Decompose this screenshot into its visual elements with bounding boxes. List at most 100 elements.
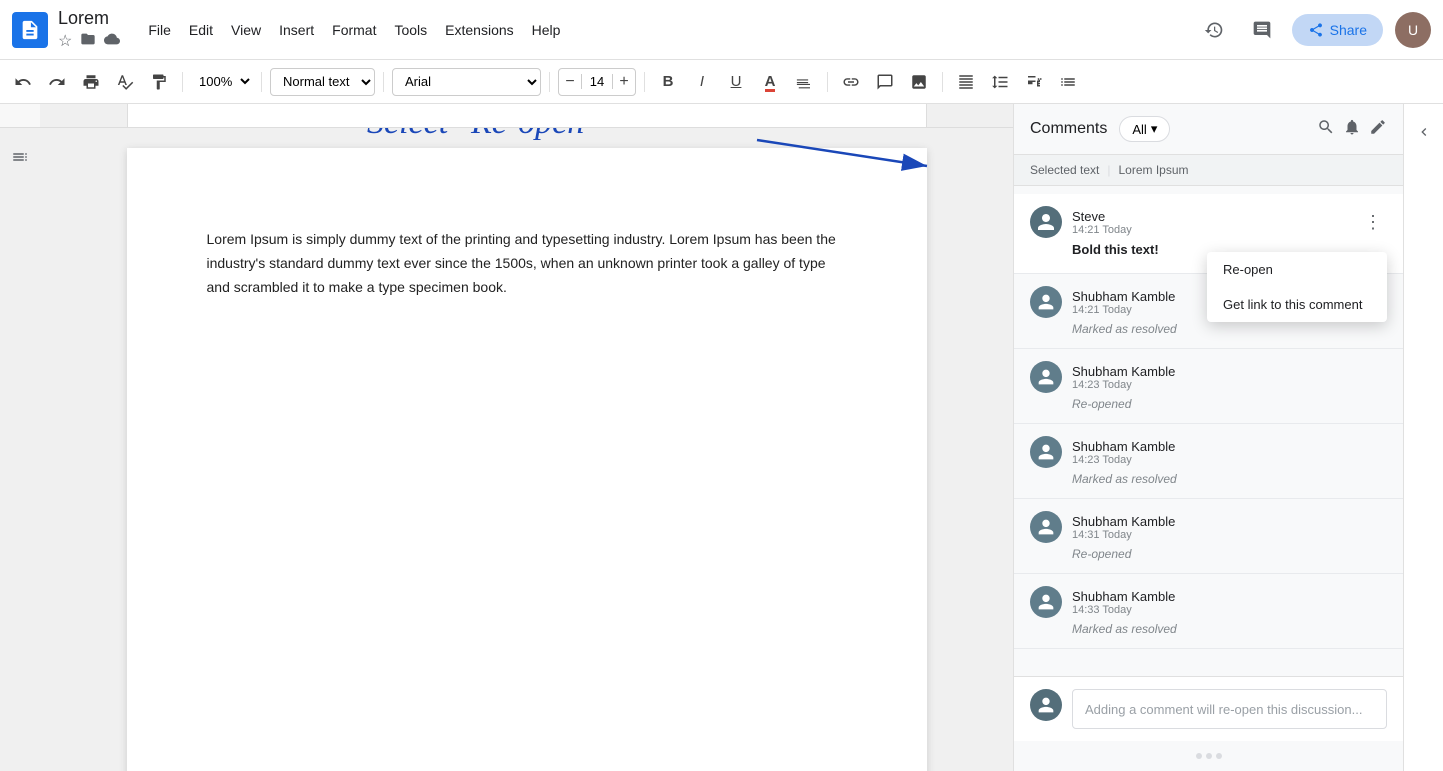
page[interactable]: Lorem Ipsum is simply dummy text of the … <box>127 148 927 771</box>
ruler: // will render inline <box>0 104 1013 128</box>
cloud-icon[interactable] <box>104 31 120 52</box>
insert-image-button[interactable] <box>904 67 934 97</box>
comment-meta-4: Shubham Kamble 14:23 Today <box>1072 439 1387 466</box>
selected-text-bar: Selected text | Lorem Ipsum <box>1014 155 1403 186</box>
menu-file[interactable]: File <box>140 18 179 42</box>
comment-header-6: Shubham Kamble 14:33 Today <box>1030 586 1387 618</box>
comment-item-6: Shubham Kamble 14:33 Today Marked as res… <box>1014 574 1403 649</box>
doc-body-text[interactable]: Lorem Ipsum is simply dummy text of the … <box>207 228 847 299</box>
selected-text-separator: | <box>1107 163 1110 177</box>
folder-icon[interactable] <box>80 31 96 52</box>
menu-insert[interactable]: Insert <box>271 18 322 42</box>
toolbar-separator-6 <box>827 72 828 92</box>
menu-edit[interactable]: Edit <box>181 18 221 42</box>
comment-time-1: 14:21 Today <box>1072 224 1349 236</box>
zoom-select[interactable]: 100% 75% 125% <box>191 71 253 92</box>
reopen-menu-item[interactable]: Re-open <box>1207 252 1387 287</box>
dot-1 <box>1196 753 1202 759</box>
font-size-area: − + <box>558 68 636 96</box>
font-size-input[interactable] <box>581 74 613 89</box>
undo-button[interactable] <box>8 67 38 97</box>
toolbar-separator-7 <box>942 72 943 92</box>
redo-button[interactable] <box>42 67 72 97</box>
star-icon[interactable]: ☆ <box>58 31 72 52</box>
line-spacing-button[interactable] <box>985 67 1015 97</box>
font-size-decrease[interactable]: − <box>559 69 581 95</box>
top-bar: Lorem ☆ File Edit View Insert Format Too… <box>0 0 1443 60</box>
filter-label: All <box>1132 122 1146 137</box>
history-button[interactable] <box>1196 12 1232 48</box>
menu-tools[interactable]: Tools <box>386 18 435 42</box>
comment-item-4: Shubham Kamble 14:23 Today Marked as res… <box>1014 424 1403 499</box>
get-link-menu-item[interactable]: Get link to this comment <box>1207 287 1387 322</box>
comments-toggle-button[interactable] <box>1244 12 1280 48</box>
link-button[interactable] <box>836 67 866 97</box>
menu-bar: File Edit View Insert Format Tools Exten… <box>140 18 568 42</box>
print-button[interactable] <box>76 67 106 97</box>
comment-time-3: 14:23 Today <box>1072 379 1387 391</box>
insert-comment-button[interactable] <box>870 67 900 97</box>
comment-pagination-dots <box>1014 741 1403 771</box>
highlight-button[interactable] <box>789 67 819 97</box>
toolbar-separator-4 <box>549 72 550 92</box>
spellcheck-button[interactable] <box>110 67 140 97</box>
comment-status-2: Marked as resolved <box>1072 322 1387 336</box>
comments-filter-dropdown[interactable]: All ▾ <box>1119 116 1170 142</box>
list-button[interactable] <box>1053 67 1083 97</box>
comment-more-btn-1[interactable]: ⋮ Re-open Get link to this comment <box>1359 208 1387 236</box>
checklist-button[interactable] <box>1019 67 1049 97</box>
selected-text-label: Selected text <box>1030 163 1099 177</box>
toolbar-separator-2 <box>261 72 262 92</box>
menu-extensions[interactable]: Extensions <box>437 18 521 42</box>
doc-left-sidebar <box>0 128 40 771</box>
doc-title-icons: ☆ <box>58 31 120 52</box>
menu-help[interactable]: Help <box>524 18 569 42</box>
comment-header-4: Shubham Kamble 14:23 Today <box>1030 436 1387 468</box>
main-wrapper: // will render inline Select "Re-open" <box>0 104 1443 771</box>
menu-format[interactable]: Format <box>324 18 384 42</box>
top-right-actions: Share U <box>1196 12 1431 48</box>
comment-item-3: Shubham Kamble 14:23 Today Re-opened <box>1014 349 1403 424</box>
doc-content-row: Select "Re-open" Lorem Ipsum is simply d… <box>0 128 1013 771</box>
collapse-panel-button[interactable] <box>1408 116 1440 148</box>
comments-title: Comments <box>1030 120 1107 138</box>
underline-button[interactable]: U <box>721 67 751 97</box>
text-color-button[interactable]: A <box>755 67 785 97</box>
comment-input-field[interactable]: Adding a comment will re-open this discu… <box>1072 689 1387 729</box>
font-size-increase[interactable]: + <box>613 69 635 95</box>
comment-status-6: Marked as resolved <box>1072 622 1387 636</box>
outline-icon[interactable] <box>7 144 33 175</box>
toolbar: 100% 75% 125% Normal text Heading 1 Head… <box>0 60 1443 104</box>
more-dots-icon: ⋮ <box>1364 212 1382 233</box>
italic-button[interactable]: I <box>687 67 717 97</box>
comments-icons <box>1317 118 1387 141</box>
user-avatar[interactable]: U <box>1395 12 1431 48</box>
comment-meta-1: Steve 14:21 Today <box>1072 209 1349 236</box>
bold-button[interactable]: B <box>653 67 683 97</box>
share-button[interactable]: Share <box>1292 14 1383 46</box>
comments-header: Comments All ▾ <box>1014 104 1403 155</box>
comment-meta-6: Shubham Kamble 14:33 Today <box>1072 589 1387 616</box>
doc-scroll-area[interactable]: Select "Re-open" Lorem Ipsum is simply d… <box>40 128 1013 771</box>
notification-icon[interactable] <box>1343 118 1361 141</box>
app-icon[interactable] <box>12 12 48 48</box>
comment-status-3: Re-opened <box>1072 397 1387 411</box>
comment-meta-3: Shubham Kamble 14:23 Today <box>1072 364 1387 391</box>
toolbar-separator-3 <box>383 72 384 92</box>
toolbar-separator-5 <box>644 72 645 92</box>
search-icon[interactable] <box>1317 118 1335 141</box>
menu-view[interactable]: View <box>223 18 269 42</box>
comment-status-4: Marked as resolved <box>1072 472 1387 486</box>
comment-header-1: Steve 14:21 Today ⋮ Re-open Get link to … <box>1030 206 1387 238</box>
comments-panel: Comments All ▾ Selected text | Lorem Ips <box>1013 104 1403 771</box>
comment-time-4: 14:23 Today <box>1072 454 1387 466</box>
doc-title[interactable]: Lorem <box>58 8 120 29</box>
chevron-down-icon: ▾ <box>1151 121 1158 137</box>
align-button[interactable] <box>951 67 981 97</box>
compose-icon[interactable] <box>1369 118 1387 141</box>
style-select[interactable]: Normal text Heading 1 Heading 2 <box>270 68 375 96</box>
paint-format-button[interactable] <box>144 67 174 97</box>
comment-time-5: 14:31 Today <box>1072 529 1387 541</box>
comment-header-5: Shubham Kamble 14:31 Today <box>1030 511 1387 543</box>
font-select[interactable]: Arial Times New Roman Georgia <box>392 68 541 96</box>
